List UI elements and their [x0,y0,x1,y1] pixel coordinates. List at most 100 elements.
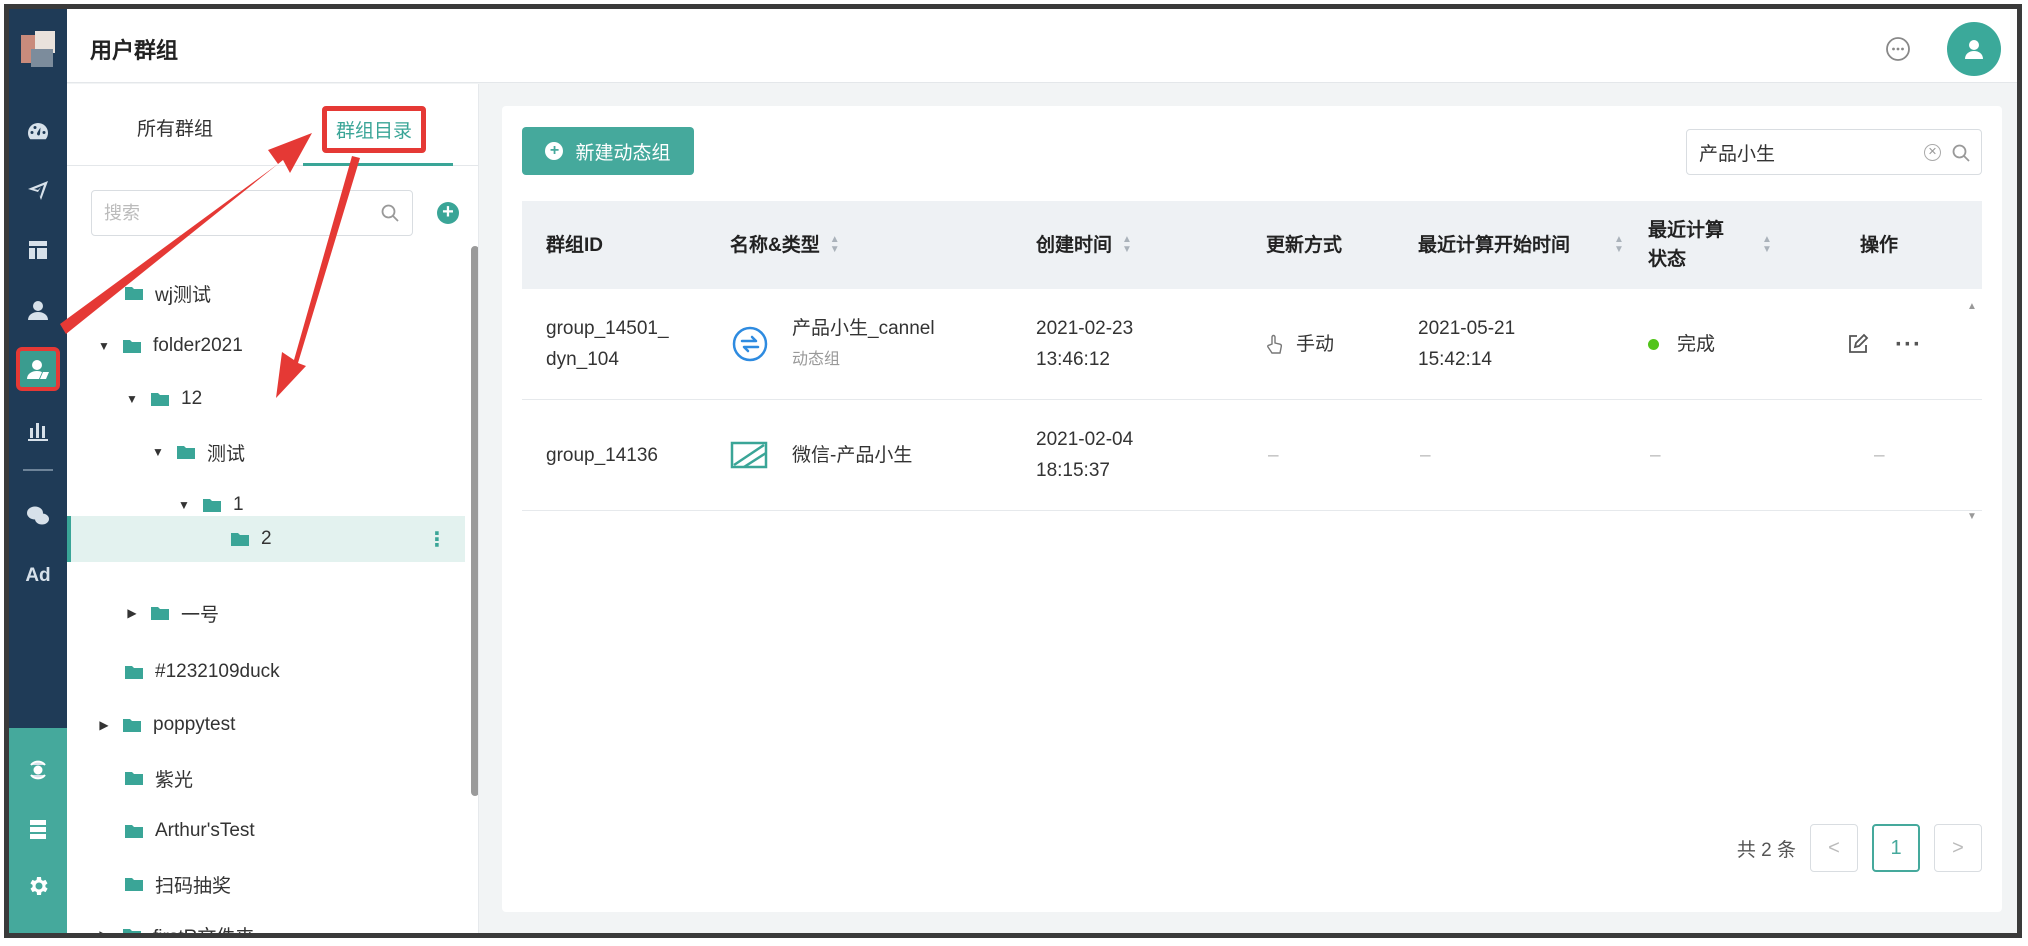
more-vertical-icon[interactable]: ⋮ [427,527,447,552]
status-text: 完成 [1677,333,1716,355]
scroll-up-icon[interactable]: ▲ [1967,301,1977,312]
app-frame: Ad 用户群组 所有群组 群组目录 搜索 + wj测试 ▼ folder2021… [4,4,2022,938]
cell-update-mode: 手动 [1266,289,1334,399]
page-button-current[interactable]: 1 [1872,824,1920,872]
sort-icon[interactable]: ▲ ▼ [1614,235,1624,255]
user-icon [1965,40,1983,59]
cell-actions: – [1874,444,1885,466]
col-created-time[interactable]: 创建时间 ▲ ▼ [1036,201,1132,289]
tree-node[interactable]: Arthur'sTest [67,809,465,853]
bar-chart-icon[interactable] [23,415,53,445]
total-count: 共 2 条 [1736,839,1796,861]
chat-bubble-icon[interactable] [1885,36,1911,62]
tree-node-label: 一号 [181,604,220,626]
cell-name-type: 微信-产品小生 [730,400,912,510]
search-icon[interactable] [380,203,400,223]
tree-node-label: firstR文件夹 [153,922,254,934]
tree-node-label: 扫码抽奖 [155,875,232,897]
new-dynamic-group-button[interactable]: + 新建动态组 [522,127,694,175]
col-last-calc-start[interactable]: 最近计算开始时间 ▲ ▼ [1418,201,1624,289]
group-search-input[interactable] [1687,130,1907,174]
caret-down-icon[interactable]: ▼ [177,498,191,512]
tree-node[interactable]: ▼ folder2021 [67,324,465,368]
scroll-down-icon[interactable]: ▼ [1967,511,1977,522]
tab-group-directory[interactable]: 群组目录 [322,106,427,153]
table-row: group_14501_ dyn_104 产品小生_cannel 动态组 202… [522,289,1982,400]
tree-node-label: poppytest [153,714,236,735]
group-id-line1: group_14501_ [546,318,669,339]
col-created-time-label: 创建时间 [1036,234,1113,256]
tree-node[interactable]: wj测试 [67,271,465,315]
group-id-line2: dyn_104 [546,349,619,370]
col-name-type[interactable]: 名称&类型 ▲ ▼ [730,201,840,289]
folder-icon [231,533,249,546]
folder-icon [125,878,143,891]
tree-node[interactable]: ▼ 12 [67,377,465,421]
tree-node-selected[interactable]: 2 ⋮ [67,516,465,562]
tree-node[interactable]: 扫码抽奖 [67,862,465,906]
caret-down-icon[interactable]: ▼ [97,339,111,353]
col-group-id: 群组ID [546,234,604,256]
hub-icon[interactable] [23,755,53,785]
folder-icon [123,340,141,353]
group-name-link[interactable]: 微信-产品小生 [792,440,912,471]
sort-icon[interactable]: ▲ ▼ [1762,235,1772,255]
created-date: 2021-02-23 [1036,318,1134,339]
cell-last-calc-status: 完成 [1648,289,1715,399]
nav-rail: Ad [9,9,67,933]
tree-node-label: 1 [233,494,244,515]
caret-down-icon[interactable]: ▼ [151,445,165,459]
tab-all-groups[interactable]: 所有群组 [137,114,213,141]
tree-node-label: 2 [261,528,272,549]
calc-date: 2021-05-21 [1418,318,1516,339]
tree-scrollbar[interactable] [471,246,478,796]
static-group-icon [730,441,768,469]
active-tab-indicator [303,163,453,166]
col-last-calc-status[interactable]: 最近计算状态 ▲ ▼ [1648,201,1772,289]
search-icon[interactable] [1951,143,1971,163]
caret-down-icon[interactable]: ▼ [125,392,139,406]
group-name-link[interactable]: 产品小生_cannel [792,313,935,344]
next-page-button[interactable]: > [1934,824,1982,872]
tree-node[interactable]: ▶ 一号 [67,591,465,635]
table-header: 群组ID 名称&类型 ▲ ▼ 创建时间 ▲ ▼ 更新方式 最近计算开始时间 ▲ ▼ 最… [522,201,1982,289]
tree-search-input[interactable] [92,191,352,235]
plus-icon: + [545,142,564,160]
prev-page-button[interactable]: < [1810,824,1858,872]
edit-icon[interactable] [1847,333,1869,355]
sort-icon[interactable]: ▲ ▼ [830,235,840,255]
add-folder-button[interactable]: + [437,202,459,224]
dashboard-icon[interactable] [23,117,53,147]
group-list-card: + 新建动态组 ✕ 群组ID 名称&类型 ▲▼ 创建时间 ▲▼ 更新方式 [502,106,2002,912]
server-icon[interactable] [23,814,53,844]
folder-icon [177,446,195,459]
more-horizontal-icon[interactable]: ··· [1895,329,1922,360]
tree-node[interactable]: ▶ firstR文件夹 [67,913,465,933]
wechat-icon[interactable] [23,501,53,531]
folder-icon [203,499,221,512]
clear-icon[interactable]: ✕ [1924,144,1941,161]
user-icon[interactable] [23,295,53,325]
tree-node[interactable]: #1232109duck [67,650,465,694]
col-update-mode: 更新方式 [1266,234,1343,256]
caret-right-icon[interactable]: ▶ [97,928,111,933]
gear-icon[interactable] [23,871,53,901]
tree-node[interactable]: ▶ poppytest [67,703,465,747]
sort-icon[interactable]: ▲ ▼ [1122,235,1132,255]
pagination: 共 2 条 < 1 > [1737,824,1982,872]
layout-icon[interactable] [23,235,53,265]
folder-icon [125,772,143,785]
cell-group-id: group_14136 [546,444,658,466]
caret-right-icon[interactable]: ▶ [125,606,139,620]
tree-node[interactable]: ▼ 测试 [67,430,465,474]
avatar[interactable] [1947,22,2001,76]
top-header: 用户群组 [67,9,2017,83]
user-group-icon[interactable] [16,347,60,391]
send-icon[interactable] [23,175,53,205]
cell-last-calc-start: – [1420,444,1431,466]
ad-icon[interactable]: Ad [23,561,53,591]
tree-node[interactable]: 紫光 [67,756,465,800]
caret-right-icon[interactable]: ▶ [97,718,111,732]
folder-icon [151,393,169,406]
cell-last-calc-start: 2021-05-21 15:42:14 [1418,289,1515,399]
